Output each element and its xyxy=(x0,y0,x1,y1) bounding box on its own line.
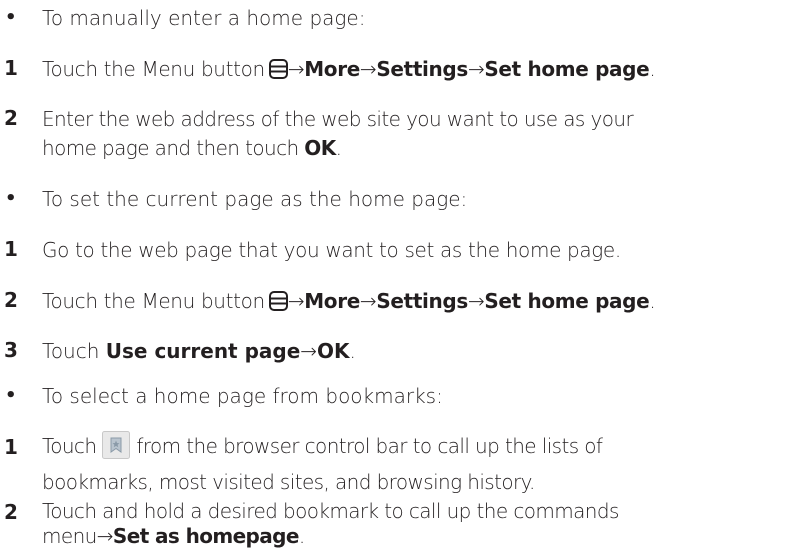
bullet-marker: • xyxy=(5,188,17,209)
menu-button-icon xyxy=(268,59,288,79)
step-number: 3 xyxy=(4,338,18,362)
section-heading: To select a home page from bookmarks: xyxy=(42,384,443,408)
step-text: Touch the Menu button →More→Settings→Set … xyxy=(42,57,656,81)
step-text: Touch the Menu button →More→Settings→Set … xyxy=(42,289,656,313)
section-heading: To manually enter a home page: xyxy=(42,6,366,30)
menu-button-icon xyxy=(268,291,288,311)
step-number: 1 xyxy=(4,435,18,459)
step-number: 1 xyxy=(4,237,18,261)
section-heading: To set the current page as the home page… xyxy=(42,187,468,211)
step-text: Touch and hold a desired bookmark to cal… xyxy=(42,499,619,548)
bullet-marker: • xyxy=(5,385,17,406)
step-text: Go to the web page that you want to set … xyxy=(42,238,621,262)
step-number: 2 xyxy=(4,106,18,130)
bullet-marker: • xyxy=(5,7,17,28)
step-text: Touch from the browser control bar to cal… xyxy=(42,428,798,500)
step-text: Touch Use current page→OK. xyxy=(42,339,356,363)
bookmark-icon xyxy=(102,431,131,459)
document-page: • To manually enter a home page: 1 Touch… xyxy=(0,0,800,556)
step-number: 1 xyxy=(4,56,18,80)
step-number: 2 xyxy=(4,500,18,524)
step-text: Enter the web address of the web site yo… xyxy=(42,107,634,160)
step-number: 2 xyxy=(4,288,18,312)
